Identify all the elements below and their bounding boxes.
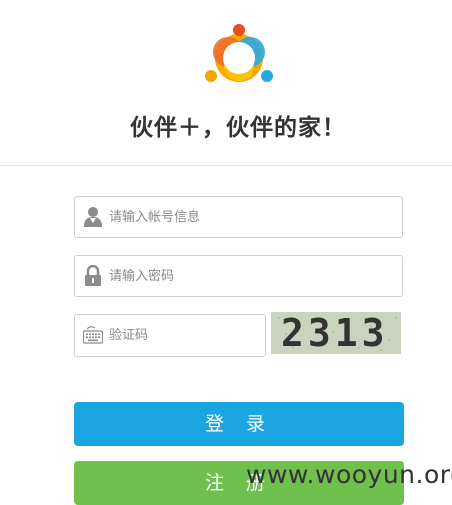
captcha-text: 2313 xyxy=(281,312,389,354)
keyboard-icon xyxy=(83,326,103,344)
password-field[interactable] xyxy=(74,255,403,297)
lock-icon xyxy=(85,265,101,286)
account-field[interactable] xyxy=(74,196,403,238)
app-logo xyxy=(205,24,273,82)
page-title: 伙伴＋，伙伴的家！ xyxy=(130,115,346,141)
password-input[interactable] xyxy=(109,256,394,296)
captcha-input[interactable] xyxy=(109,315,259,356)
login-button[interactable]: 登 录 xyxy=(74,402,404,446)
divider xyxy=(0,165,452,166)
account-input[interactable] xyxy=(109,197,394,237)
captcha-image[interactable]: 2313 xyxy=(271,312,401,354)
user-icon xyxy=(84,207,102,227)
captcha-field[interactable] xyxy=(74,314,266,357)
watermark: www.wooyun.org xyxy=(246,460,452,489)
